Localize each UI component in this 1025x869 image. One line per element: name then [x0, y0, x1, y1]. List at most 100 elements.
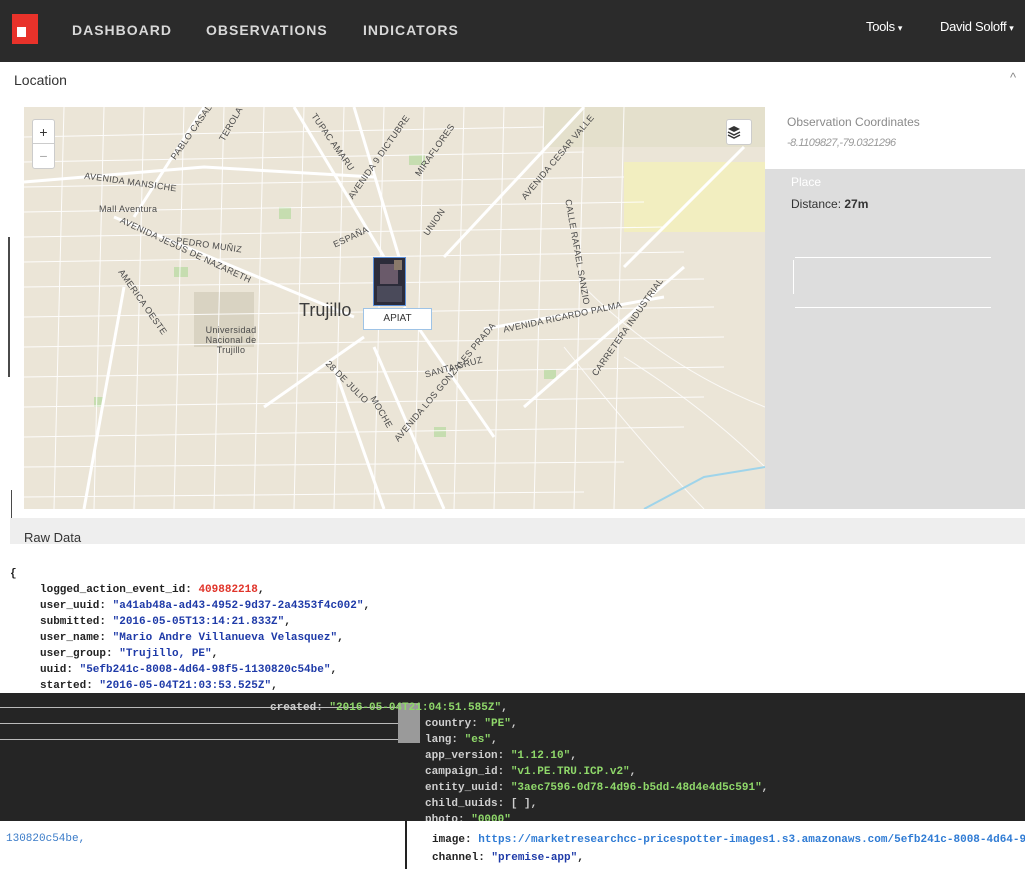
json-line: channel: "premise-app", — [432, 852, 584, 864]
tools-menu[interactable]: Tools ▾ — [866, 19, 902, 34]
json-line: submitted: "2016-05-05T13:14:21.833Z", — [40, 616, 291, 628]
observation-details: Observation Coordinates -8.1109827,-79.0… — [765, 107, 1025, 509]
json-open-brace: { — [10, 568, 17, 580]
json-line: lang: "es", — [425, 734, 498, 746]
raw-data-header: Raw Data — [10, 518, 1025, 545]
raw-data-json: { logged_action_event_id: 409882218, use… — [10, 566, 370, 694]
zoom-out-button[interactable]: − — [33, 144, 54, 168]
glitch-line — [795, 307, 991, 308]
marker-label: APIAT — [363, 308, 432, 330]
json-key: started — [40, 680, 87, 692]
json-value: "premise-app" — [491, 852, 578, 864]
details-panel-bg — [765, 169, 1025, 509]
glitch-line — [405, 821, 407, 869]
json-key: uuid — [40, 664, 67, 676]
zoom-in-button[interactable]: + — [33, 120, 54, 144]
nav-dashboard[interactable]: DASHBOARD — [72, 22, 172, 38]
json-value: "Mario Andre Villanueva Velasquez" — [112, 632, 338, 644]
distance-label: Distance: — [791, 197, 842, 211]
observation-photo-marker[interactable] — [373, 257, 406, 306]
json-line: campaign_id: "v1.PE.TRU.ICP.v2", — [425, 766, 637, 778]
json-value: "1.12.10" — [510, 750, 571, 762]
coordinates-value: -8.1109827,-79.0321296 — [787, 137, 896, 149]
zoom-control: + − — [32, 119, 55, 169]
json-key: campaign_id — [425, 766, 498, 778]
json-line: user_name: "Mario Andre Villanueva Velas… — [40, 632, 344, 644]
json-key: user_group — [40, 648, 107, 660]
user-name-label: David Soloff — [940, 19, 1007, 34]
caret-down-icon: ▾ — [897, 23, 903, 33]
nav-observations[interactable]: OBSERVATIONS — [206, 22, 328, 38]
json-value: [ ] — [510, 798, 531, 810]
map-city-label: Trujillo — [299, 300, 352, 320]
json-key: entity_uuid — [425, 782, 498, 794]
nav-indicators[interactable]: INDICATORS — [363, 22, 459, 38]
image-url-link[interactable]: https://marketresearchcc-pricespotter-im… — [478, 834, 1025, 846]
json-value: "2016-05-04T21:04:51.585Z" — [329, 702, 502, 714]
layers-button[interactable] — [726, 119, 752, 145]
layers-icon — [727, 126, 741, 139]
top-navbar: DASHBOARD OBSERVATIONS INDICATORS Tools ▾… — [0, 0, 1025, 62]
raw-data-title: Raw Data — [24, 530, 82, 545]
bottom-json: image: https://marketresearchcc-pricespo… — [432, 831, 1025, 867]
json-line: image: https://marketresearchcc-pricespo… — [432, 831, 1025, 849]
bottom-strip: 130820c54be, image: https://marketresear… — [0, 821, 1025, 869]
overlay-json: created: "2016-05-04T21:04:51.585Z", cou… — [270, 702, 769, 828]
location-map[interactable]: AVENIDA MANSICHE Mall Aventura PABLO CAS… — [24, 107, 765, 509]
distance-value: 27m — [844, 197, 869, 211]
user-menu[interactable]: David Soloff ▾ — [940, 19, 1014, 34]
json-key: channel — [432, 852, 479, 864]
distance-text: Distance: 27m — [791, 197, 868, 211]
logo-notch — [17, 27, 26, 37]
json-line: app_version: "1.12.10", — [425, 750, 577, 762]
json-value: "5efb241c-8008-4d64-98f5-1130820c54be" — [79, 664, 331, 676]
json-key: country — [425, 718, 472, 730]
json-line: created: "2016-05-04T21:04:51.585Z", — [270, 702, 508, 714]
json-value: 409882218 — [198, 584, 258, 596]
caret-down-icon: ▾ — [1009, 23, 1014, 33]
app-logo[interactable] — [12, 14, 38, 44]
json-line: uuid: "5efb241c-8008-4d64-98f5-1130820c5… — [40, 664, 338, 676]
json-line: entity_uuid: "3aec7596-0d78-4d96-b5dd-48… — [425, 782, 769, 794]
json-key: created — [270, 702, 317, 714]
json-line: user_group: "Trujillo, PE", — [40, 648, 219, 660]
glitch-line — [793, 260, 794, 294]
json-value: "2016-05-04T21:03:53.525Z" — [99, 680, 272, 692]
json-key: app_version — [425, 750, 498, 762]
json-key: child_uuids — [425, 798, 498, 810]
raw-data-section: Raw Data { logged_action_event_id: 40988… — [10, 518, 1025, 694]
json-line: child_uuids: [ ], — [425, 798, 538, 810]
json-value: "es" — [464, 734, 492, 746]
uuid-tail: 130820c54be — [6, 833, 79, 845]
place-label: Place — [791, 175, 822, 189]
json-key: image — [432, 834, 466, 846]
location-title: Location — [14, 72, 67, 88]
location-header: Location ^ — [0, 62, 1025, 98]
json-key: submitted — [40, 616, 100, 628]
tools-label: Tools — [866, 19, 895, 34]
glitch-line — [795, 257, 991, 258]
glitch-line — [8, 237, 10, 377]
json-value: "Trujillo, PE" — [119, 648, 212, 660]
json-line: country: "PE", — [425, 718, 518, 730]
json-value: "PE" — [484, 718, 511, 730]
map-poi-label: Universidad Nacional de Trujillo — [205, 325, 257, 355]
json-key: lang — [425, 734, 452, 746]
json-value: "2016-05-05T13:14:21.833Z" — [112, 616, 285, 628]
json-key: user_name — [40, 632, 100, 644]
json-value: "3aec7596-0d78-4d96-b5dd-48d4e4d5c591" — [510, 782, 762, 794]
json-value: "v1.PE.TRU.ICP.v2" — [510, 766, 630, 778]
coordinates-label: Observation Coordinates — [787, 115, 920, 129]
glitch-line — [0, 723, 400, 724]
json-value: "a41ab48a-ad43-4952-9d37-2a4353f4c002" — [112, 600, 364, 612]
json-line: user_uuid: "a41ab48a-ad43-4952-9d37-2a43… — [40, 600, 371, 612]
uuid-fragment: 130820c54be, — [6, 833, 86, 845]
json-key: user_uuid — [40, 600, 100, 612]
photo-thumbnail — [374, 258, 405, 305]
json-line: started: "2016-05-04T21:03:53.525Z", — [40, 680, 278, 692]
json-key: logged_action_event_id — [40, 584, 186, 596]
json-line: logged_action_event_id: 409882218, — [40, 584, 265, 596]
map-street-label: Mall Aventura — [99, 204, 158, 214]
glitch-line — [0, 739, 400, 740]
chevron-up-icon[interactable]: ^ — [1010, 70, 1016, 85]
